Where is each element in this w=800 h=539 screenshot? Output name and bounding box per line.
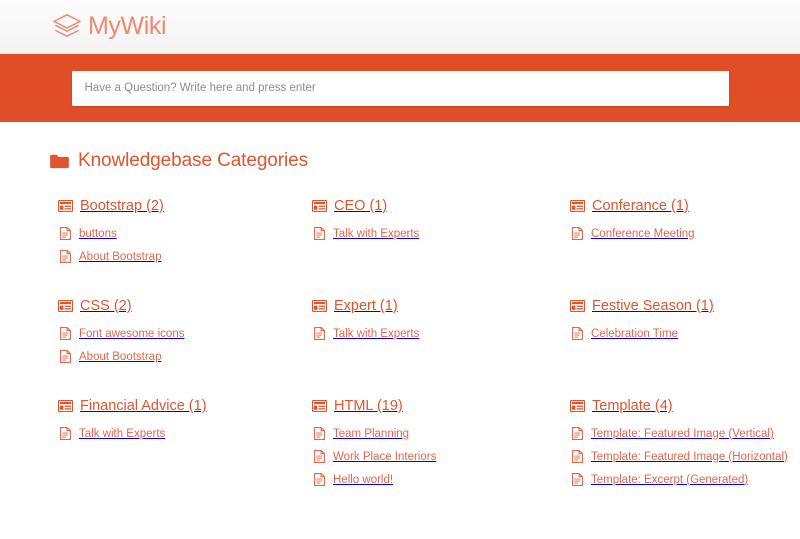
category-link[interactable]: Bootstrap (2)	[58, 198, 312, 214]
category-title: Financial Advice (1)	[80, 398, 207, 414]
article-title: Talk with Experts	[79, 427, 166, 440]
document-icon	[60, 250, 71, 263]
article-title: buttons	[79, 227, 117, 240]
document-icon	[572, 327, 583, 340]
site-header: MyWiki	[0, 0, 800, 54]
document-icon	[314, 427, 325, 440]
category-link[interactable]: HTML (19)	[312, 398, 570, 414]
article-link[interactable]: Template: Featured Image (Vertical)	[570, 427, 790, 440]
article-link[interactable]: Work Place Interiors	[312, 450, 570, 463]
document-icon	[572, 227, 583, 240]
category-list-icon	[570, 300, 585, 312]
document-icon	[314, 227, 325, 240]
category-title: HTML (19)	[334, 398, 403, 414]
category-link[interactable]: CEO (1)	[312, 198, 570, 214]
folder-icon	[50, 154, 69, 169]
category-link[interactable]: Financial Advice (1)	[58, 398, 312, 414]
document-icon	[314, 473, 325, 486]
article-link[interactable]: Conference Meeting	[570, 227, 790, 240]
article-title: Hello world!	[333, 473, 394, 486]
document-icon	[60, 427, 71, 440]
category-cell: Bootstrap (2) buttons About Bootstrap	[58, 198, 312, 298]
document-icon	[314, 450, 325, 463]
category-cell: CEO (1) Talk with Experts	[312, 198, 570, 298]
article-title: About Bootstrap	[79, 350, 162, 363]
document-icon	[572, 450, 583, 463]
category-list-icon	[58, 200, 73, 212]
article-title: Talk with Experts	[333, 327, 420, 340]
article-link[interactable]: Hello world!	[312, 473, 570, 486]
category-title: Festive Season (1)	[592, 298, 714, 314]
article-link[interactable]: Font awesome icons	[58, 327, 312, 340]
article-title: Talk with Experts	[333, 227, 420, 240]
article-title: Template: Excerpt (Generated)	[591, 473, 749, 486]
document-icon	[572, 473, 583, 486]
category-list-icon	[312, 300, 327, 312]
category-cell: Expert (1) Talk with Experts	[312, 298, 570, 398]
category-list-icon	[570, 400, 585, 412]
category-list-icon	[570, 200, 585, 212]
category-cell: HTML (19) Team Planning Work Place Inter…	[312, 398, 570, 521]
search-input[interactable]	[71, 70, 729, 106]
category-list-icon	[312, 400, 327, 412]
article-title: Celebration Time	[591, 327, 678, 340]
brand-name: MyWiki	[88, 12, 167, 40]
category-cell: Conferance (1) Conference Meeting	[570, 198, 790, 298]
page-title-text: Knowledgebase Categories	[78, 150, 308, 171]
category-title: Expert (1)	[334, 298, 398, 314]
category-link[interactable]: Conferance (1)	[570, 198, 790, 214]
category-list-icon	[58, 400, 73, 412]
category-link[interactable]: CSS (2)	[58, 298, 312, 314]
category-link[interactable]: Festive Season (1)	[570, 298, 790, 314]
category-link[interactable]: Template (4)	[570, 398, 790, 414]
article-link[interactable]: Talk with Experts	[58, 427, 312, 440]
article-link[interactable]: About Bootstrap	[58, 350, 312, 363]
article-link[interactable]: Celebration Time	[570, 327, 790, 340]
page-root: MyWiki Knowledgebase Categories Bootstra…	[0, 0, 800, 539]
document-icon	[60, 327, 71, 340]
layers-stack-icon	[52, 12, 82, 42]
main-content: Knowledgebase Categories Bootstrap (2) b…	[0, 122, 800, 521]
article-title: Team Planning	[333, 427, 410, 440]
article-link[interactable]: Template: Featured Image (Horizontal)	[570, 450, 790, 463]
category-title: CSS (2)	[80, 298, 132, 314]
document-icon	[314, 327, 325, 340]
category-title: Template (4)	[592, 398, 673, 414]
article-link[interactable]: buttons	[58, 227, 312, 240]
article-link[interactable]: Talk with Experts	[312, 227, 570, 240]
article-title: Font awesome icons	[79, 327, 185, 340]
page-title: Knowledgebase Categories	[0, 150, 800, 172]
brand-logo-link[interactable]: MyWiki	[52, 12, 167, 42]
article-link[interactable]: Template: Excerpt (Generated)	[570, 473, 790, 486]
article-link[interactable]: Talk with Experts	[312, 327, 570, 340]
search-band	[0, 54, 800, 122]
article-title: Template: Featured Image (Horizontal)	[591, 450, 788, 463]
category-list-icon	[312, 200, 327, 212]
category-title: Conferance (1)	[592, 198, 689, 214]
article-title: Work Place Interiors	[333, 450, 437, 463]
category-cell: CSS (2) Font awesome icons About Bootstr…	[58, 298, 312, 398]
article-link[interactable]: About Bootstrap	[58, 250, 312, 263]
category-list-icon	[58, 300, 73, 312]
category-grid: Bootstrap (2) buttons About Bootstrap CE…	[0, 198, 800, 521]
article-title: Conference Meeting	[591, 227, 695, 240]
document-icon	[60, 350, 71, 363]
article-title: Template: Featured Image (Vertical)	[591, 427, 774, 440]
category-cell: Template (4) Template: Featured Image (V…	[570, 398, 790, 521]
document-icon	[60, 227, 71, 240]
category-cell: Financial Advice (1) Talk with Experts	[58, 398, 312, 521]
article-link[interactable]: Team Planning	[312, 427, 570, 440]
category-link[interactable]: Expert (1)	[312, 298, 570, 314]
document-icon	[572, 427, 583, 440]
article-title: About Bootstrap	[79, 250, 162, 263]
category-title: Bootstrap (2)	[80, 198, 164, 214]
category-title: CEO (1)	[334, 198, 388, 214]
category-cell: Festive Season (1) Celebration Time	[570, 298, 790, 398]
